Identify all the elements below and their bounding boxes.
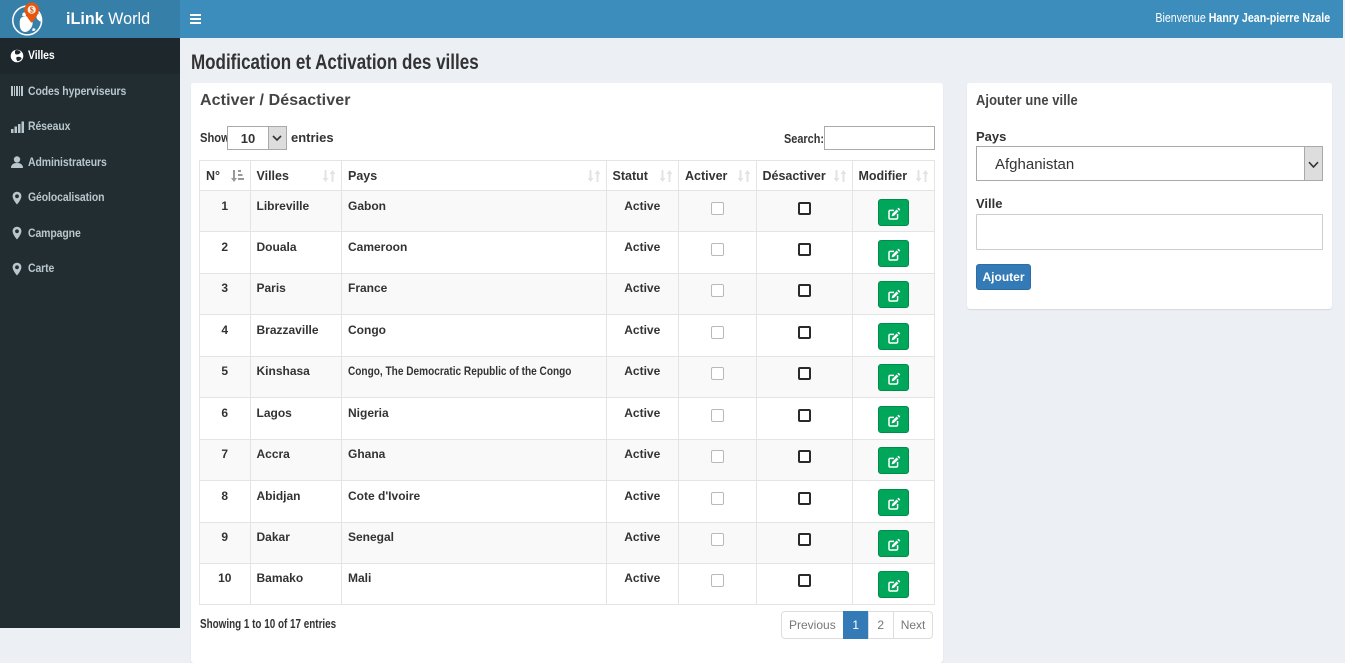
svg-text:$: $	[30, 6, 34, 15]
